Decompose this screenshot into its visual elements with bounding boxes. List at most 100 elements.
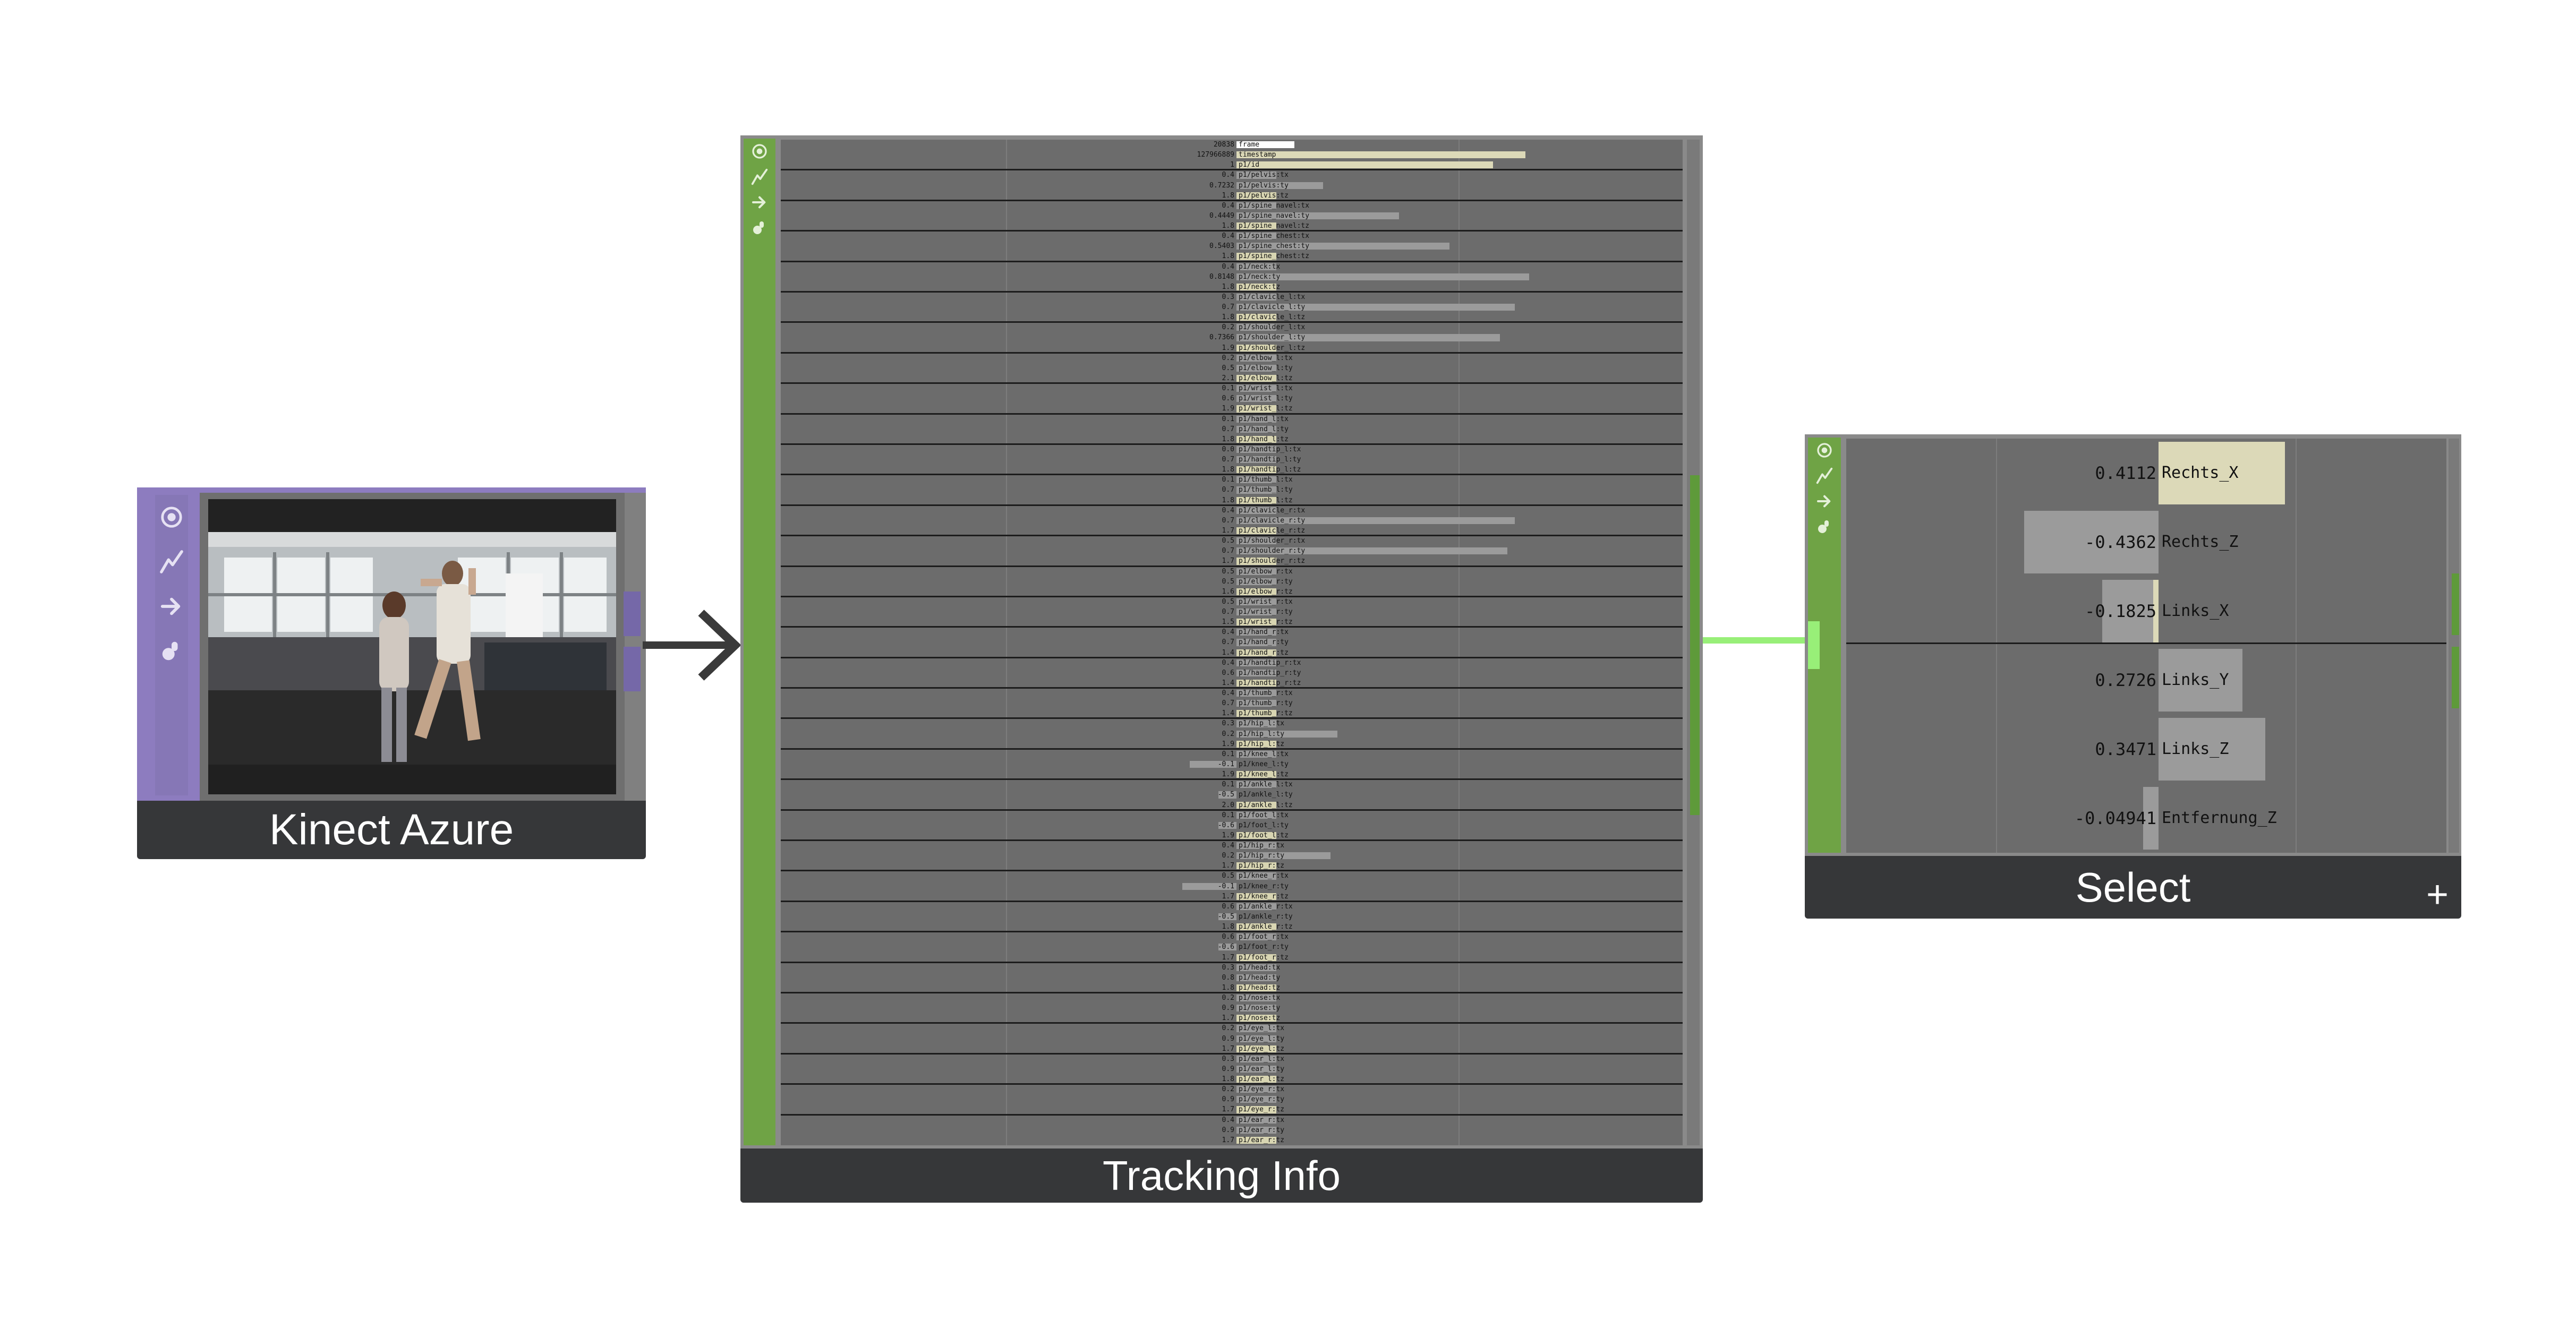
table-row: 0.4 p1/neck:tx bbox=[781, 262, 1683, 272]
row-label: p1/knee_r:tx bbox=[1239, 872, 1289, 880]
table-row: 1.5 p1/wrist_r:tz bbox=[781, 617, 1683, 628]
select-title-bar[interactable]: Select + bbox=[1805, 856, 2461, 919]
target-icon[interactable] bbox=[1808, 438, 1841, 463]
row-value: -0.1 bbox=[1217, 882, 1234, 890]
row-label: p1/elbow_l:tx bbox=[1239, 354, 1293, 362]
row-value: 0.3 bbox=[1222, 1055, 1234, 1063]
kinect-output-port-1[interactable] bbox=[624, 592, 641, 636]
table-row: 1.6 p1/elbow_r:tz bbox=[781, 587, 1683, 597]
row-value: 0.7 bbox=[1222, 516, 1234, 525]
row-label: p1/elbow_r:tx bbox=[1239, 567, 1293, 576]
select-scrollbar[interactable] bbox=[2449, 439, 2459, 853]
camera-preview bbox=[208, 499, 616, 794]
arrow-right-icon[interactable] bbox=[1808, 488, 1841, 514]
row-label: p1/wrist_l:tx bbox=[1239, 384, 1293, 393]
kinect-output-port-2[interactable] bbox=[624, 647, 641, 691]
table-row: 0.5 p1/shoulder_r:tx bbox=[781, 536, 1683, 546]
value-bar bbox=[1236, 273, 1529, 280]
row-value: 127966889 bbox=[1197, 151, 1234, 159]
table-row: 1.7 p1/hip_r:tz bbox=[781, 861, 1683, 872]
grab-icon[interactable] bbox=[155, 629, 188, 673]
kinect-azure-node[interactable]: Kinect Azure bbox=[137, 487, 646, 859]
table-row: 2.0 p1/ankle_l:tz bbox=[781, 800, 1683, 811]
kinect-title: Kinect Azure bbox=[269, 805, 514, 854]
row-value: 0.2 bbox=[1222, 994, 1234, 1002]
select-output-port-2[interactable] bbox=[2452, 647, 2459, 708]
table-row: 1.8 p1/ankle_r:tz bbox=[781, 922, 1683, 933]
table-row: 0.6 p1/wrist_l:ty bbox=[781, 393, 1683, 404]
table-row: 0.2 p1/eye_l:tx bbox=[781, 1023, 1683, 1033]
table-row: 1.8 p1/thumb_l:tz bbox=[781, 495, 1683, 506]
grab-icon[interactable] bbox=[1808, 514, 1841, 539]
row-label: p1/foot_l:ty bbox=[1239, 821, 1289, 829]
target-icon[interactable] bbox=[744, 139, 775, 164]
row-value: 0.4 bbox=[1222, 171, 1234, 179]
row-value: 0.5403 bbox=[1209, 242, 1234, 251]
table-row: 0.5 p1/elbow_r:tx bbox=[781, 567, 1683, 577]
tracking-output-port[interactable] bbox=[1690, 475, 1700, 815]
arrow-right-icon[interactable] bbox=[155, 584, 188, 629]
tracking-value-list[interactable]: 20838 frame 127966889 timestamp 1 p1/id 0.4 p1/… bbox=[781, 140, 1683, 1145]
row-value: 0.1 bbox=[1222, 384, 1234, 393]
row-label: p1/head:tx bbox=[1239, 963, 1281, 972]
select-input-port[interactable] bbox=[1808, 621, 1820, 669]
row-value: 0.2 bbox=[1222, 730, 1234, 738]
row-value: 0.5 bbox=[1222, 364, 1234, 372]
row-value: 20838 bbox=[1213, 141, 1234, 149]
row-label: p1/wrist_r:tx bbox=[1239, 597, 1293, 606]
activity-icon[interactable] bbox=[744, 164, 775, 190]
table-row: 1.9 p1/wrist_l:tz bbox=[781, 404, 1683, 415]
table-row: 0.6 p1/handtip_r:ty bbox=[781, 668, 1683, 678]
select-node[interactable]: 0.4112 Rechts_X -0.4362 Rechts_Z -0.1825 Link… bbox=[1805, 434, 2461, 919]
row-value: 0.5 bbox=[1222, 567, 1234, 576]
row-value: 0.4 bbox=[1222, 842, 1234, 850]
row-label: p1/ankle_r:tx bbox=[1239, 902, 1293, 911]
row-value: 0.5 bbox=[1222, 537, 1234, 545]
row-value: 0.3 bbox=[1222, 293, 1234, 301]
row-value: 0.1 bbox=[1222, 811, 1234, 819]
table-row: 1 p1/id bbox=[781, 160, 1683, 171]
row-value: 0.6 bbox=[1222, 668, 1234, 677]
row-label: p1/head:ty bbox=[1239, 973, 1281, 982]
table-row: 1.8 p1/spine_chest:tz bbox=[781, 251, 1683, 262]
row-value: 0.6 bbox=[1222, 902, 1234, 911]
row-value: 0.9 bbox=[1222, 1095, 1234, 1104]
kinect-title-bar[interactable]: Kinect Azure bbox=[137, 801, 646, 859]
row-value: 0.9 bbox=[1222, 1004, 1234, 1013]
activity-icon[interactable] bbox=[1808, 463, 1841, 488]
table-row: 0.2 p1/eye_r:tx bbox=[781, 1084, 1683, 1094]
table-row: 0.1 p1/hand_l:tx bbox=[781, 414, 1683, 424]
table-row: 0.5 p1/knee_r:tx bbox=[781, 871, 1683, 881]
select-value-list[interactable]: 0.4112 Rechts_X -0.4362 Rechts_Z -0.1825 Link… bbox=[1846, 439, 2446, 853]
arrow-right-icon[interactable] bbox=[744, 190, 775, 215]
grab-icon[interactable] bbox=[744, 215, 775, 241]
row-label: p1/thumb_r:ty bbox=[1239, 699, 1293, 708]
table-row: 0.1 p1/thumb_l:tx bbox=[781, 475, 1683, 485]
row-label: p1/shoulder_r:ty bbox=[1239, 547, 1306, 555]
tracking-title-bar[interactable]: Tracking Info bbox=[740, 1149, 1703, 1203]
table-row: -0.5 p1/ankle_r:ty bbox=[781, 912, 1683, 922]
row-value: -0.1 bbox=[1217, 760, 1234, 768]
table-row: 0.7 p1/thumb_r:ty bbox=[781, 698, 1683, 708]
add-button[interactable]: + bbox=[2426, 871, 2449, 919]
row-value: 0.2 bbox=[1222, 1085, 1234, 1094]
table-row: 0.7 p1/hand_r:ty bbox=[781, 637, 1683, 647]
table-row: 0.3 p1/hip_l:tx bbox=[781, 718, 1683, 729]
row-value: 0.3471 bbox=[2095, 739, 2156, 759]
table-row: 1.8 p1/handtip_l:tz bbox=[781, 465, 1683, 476]
row-value: -0.5 bbox=[1217, 912, 1234, 921]
table-row: 0.4112 Rechts_X bbox=[1846, 439, 2446, 508]
row-value: 0.7 bbox=[1222, 425, 1234, 433]
row-label: Rechts_Z bbox=[2162, 533, 2239, 551]
table-row: 0.2 p1/shoulder_l:tx bbox=[781, 322, 1683, 332]
row-label: p1/ear_r:ty bbox=[1239, 1126, 1285, 1134]
tracking-info-node[interactable]: 20838 frame 127966889 timestamp 1 p1/id 0.4 p1/… bbox=[740, 135, 1703, 1203]
row-value: 0.1 bbox=[1222, 750, 1234, 758]
activity-icon[interactable] bbox=[155, 539, 188, 584]
select-output-port-1[interactable] bbox=[2452, 573, 2459, 635]
target-icon[interactable] bbox=[155, 495, 188, 539]
table-row: 0.2726 Links_Y bbox=[1846, 646, 2446, 715]
row-value: -0.4362 bbox=[2085, 532, 2156, 552]
value-bar bbox=[1236, 161, 1493, 169]
table-row: 0.5 p1/wrist_r:tx bbox=[781, 597, 1683, 607]
